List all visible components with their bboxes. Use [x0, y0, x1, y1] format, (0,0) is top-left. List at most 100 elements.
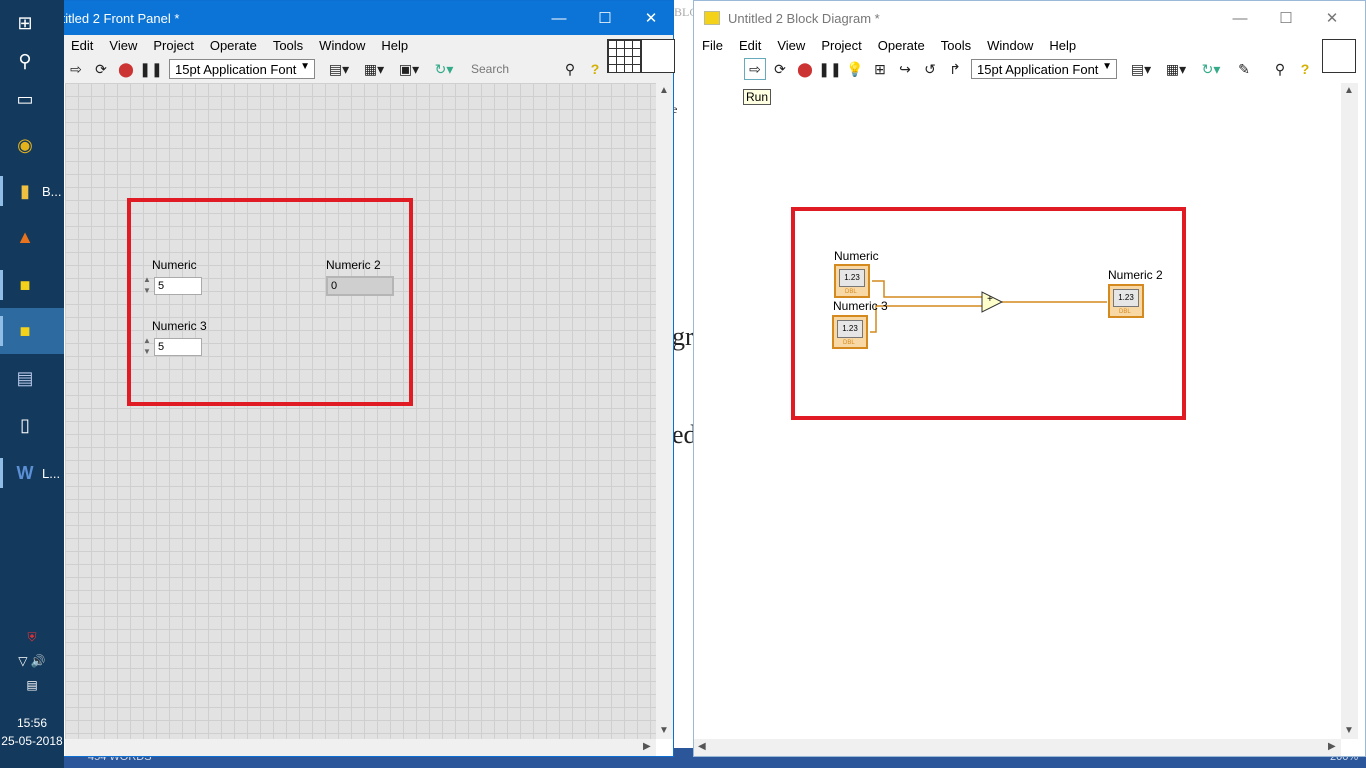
front-panel-canvas[interactable]: Numeric ▲ ▼ 5 Numeric 3 ▲ ▼ 5 Numeric 2 0 — [65, 83, 656, 739]
toolbar: ⇨ ⟳ ⬤ ❚❚ 💡 ⊞ ↪ ↺ ↱ 15pt Application Font… — [694, 55, 1365, 83]
word-icon: W — [16, 462, 34, 483]
menu-file[interactable]: File — [702, 38, 723, 53]
security-shield-icon[interactable]: ⛨ — [0, 630, 64, 654]
scroll-down-icon[interactable]: ▼ — [1344, 725, 1354, 736]
numeric3-label: Numeric 3 — [152, 319, 207, 333]
menu-project[interactable]: Project — [821, 38, 861, 53]
block-diagram-canvas[interactable]: Run + Numeric 1.23 DBL Numeric 3 1.23 DB… — [694, 83, 1341, 739]
scroll-right-icon[interactable]: ▶ — [643, 741, 651, 752]
numeric-control[interactable]: 5 — [154, 277, 202, 295]
front-panel-titlebar[interactable]: Untitled 2 Front Panel * — ☐ ✕ — [1, 1, 673, 35]
close-button[interactable]: ✕ — [1309, 1, 1355, 35]
menu-window[interactable]: Window — [987, 38, 1033, 53]
menu-operate[interactable]: Operate — [210, 38, 257, 53]
numeric3-terminal[interactable]: 1.23 DBL — [832, 315, 868, 349]
step-out-icon[interactable]: ↱ — [944, 58, 966, 80]
menu-tools[interactable]: Tools — [273, 38, 303, 53]
run-continuously-icon[interactable]: ⟳ — [769, 58, 791, 80]
scroll-down-icon[interactable]: ▼ — [659, 725, 669, 736]
align-objects-icon[interactable]: ▤▾ — [1125, 58, 1157, 80]
scroll-up-icon[interactable]: ▲ — [659, 85, 669, 96]
taskbar-explorer[interactable]: ▮ B... — [0, 168, 64, 214]
increment-decrement-icon[interactable]: ▲ ▼ — [141, 274, 153, 298]
maximize-button[interactable]: ☐ — [1263, 1, 1309, 35]
block-diagram-titlebar[interactable]: Untitled 2 Block Diagram * — ☐ ✕ — [694, 1, 1365, 35]
retain-wire-values-icon[interactable]: ⊞ — [869, 58, 891, 80]
numeric3-terminal-label: Numeric 3 — [833, 299, 888, 313]
network-volume-icon[interactable]: ▽ 🔊 — [0, 654, 64, 678]
menu-window[interactable]: Window — [319, 38, 365, 53]
taskbar-labview[interactable]: ■ — [0, 262, 64, 308]
horizontal-scrollbar[interactable]: ◀ ▶ — [694, 739, 1341, 756]
increment-decrement-icon[interactable]: ▲ ▼ — [141, 335, 153, 359]
taskbar-matlab[interactable]: ▲ — [0, 214, 64, 260]
search-icon[interactable]: ⚲ — [1269, 58, 1291, 80]
search-input[interactable]: Search — [471, 59, 559, 79]
abort-icon[interactable]: ⬤ — [794, 58, 816, 80]
numeric2-terminal[interactable]: 1.23 DBL — [1108, 284, 1144, 318]
menu-view[interactable]: View — [109, 38, 137, 53]
connector-pane-icon[interactable] — [607, 39, 641, 73]
resize-objects-icon[interactable]: ▣▾ — [393, 58, 425, 80]
terminal-dbl: DBL — [1119, 309, 1131, 315]
vertical-scrollbar[interactable]: ▲ ▼ — [656, 83, 673, 739]
distribute-objects-icon[interactable]: ▦▾ — [1160, 58, 1192, 80]
taskbar: ⊞ ⚲ ▭ ◉ ▮ B... ▲ ■ ■ ▤ ▯ W L... ⛨ ▽ 🔊 ▤ 15… — [0, 0, 64, 768]
labview-icon: ■ — [19, 274, 31, 295]
menu-help[interactable]: Help — [1049, 38, 1076, 53]
menu-edit[interactable]: Edit — [739, 38, 761, 53]
numeric3-control[interactable]: 5 — [154, 338, 202, 356]
maximize-button[interactable]: ☐ — [582, 1, 628, 35]
font-selector[interactable]: 15pt Application Font ▼ — [169, 59, 315, 79]
cleanup-diagram-icon[interactable]: ✎ — [1230, 58, 1258, 80]
run-continuously-icon[interactable]: ⟳ — [90, 58, 112, 80]
pause-icon[interactable]: ❚❚ — [139, 58, 162, 80]
run-arrow-icon[interactable]: ⇨ — [744, 58, 766, 80]
task-view-button[interactable]: ▭ — [0, 76, 64, 122]
menu-edit[interactable]: Edit — [71, 38, 93, 53]
step-over-icon[interactable]: ↺ — [919, 58, 941, 80]
vi-icon[interactable] — [641, 39, 675, 73]
taskbar-app[interactable]: ▤ — [0, 355, 64, 401]
menu-view[interactable]: View — [777, 38, 805, 53]
horizontal-scrollbar[interactable]: ▶ — [65, 739, 656, 756]
highlight-execution-icon[interactable]: 💡 — [844, 58, 866, 80]
taskbar-chrome[interactable]: ◉ — [0, 122, 64, 168]
step-into-icon[interactable]: ↪ — [894, 58, 916, 80]
menu-operate[interactable]: Operate — [878, 38, 925, 53]
font-selector[interactable]: 15pt Application Font ▼ — [971, 59, 1117, 79]
vi-icon[interactable] — [1322, 39, 1356, 73]
scroll-up-icon[interactable]: ▲ — [1344, 85, 1354, 96]
chrome-icon: ◉ — [17, 134, 33, 155]
close-button[interactable]: ✕ — [628, 1, 674, 35]
taskbar-labview-active[interactable]: ■ — [0, 308, 64, 354]
taskbar-label: L... — [42, 465, 61, 481]
run-arrow-icon[interactable]: ⇨ — [65, 58, 87, 80]
scroll-right-icon[interactable]: ▶ — [1328, 741, 1336, 752]
distribute-objects-icon[interactable]: ▦▾ — [358, 58, 390, 80]
reorder-icon[interactable]: ↻▾ — [1195, 58, 1227, 80]
minimize-button[interactable]: — — [536, 1, 582, 35]
window-title: Untitled 2 Front Panel * — [45, 10, 180, 26]
minimize-button[interactable]: — — [1217, 1, 1263, 35]
clock-date[interactable]: 25-05-2018 — [0, 734, 64, 748]
align-objects-icon[interactable]: ▤▾ — [323, 58, 355, 80]
taskbar-word[interactable]: W L... — [0, 450, 64, 496]
menu-help[interactable]: Help — [381, 38, 408, 53]
help-icon[interactable]: ? — [584, 58, 606, 80]
vertical-scrollbar[interactable]: ▲ ▼ — [1341, 83, 1358, 739]
search-icon[interactable]: ⚲ — [559, 58, 581, 80]
search-icon: ⚲ — [18, 50, 32, 71]
help-icon[interactable]: ? — [1294, 58, 1316, 80]
notification-icon[interactable]: ▤ — [0, 678, 64, 702]
abort-icon[interactable]: ⬤ — [115, 58, 137, 80]
scroll-left-icon[interactable]: ◀ — [698, 741, 706, 752]
clock-time[interactable]: 15:56 — [0, 716, 64, 730]
menu-tools[interactable]: Tools — [941, 38, 971, 53]
pause-icon[interactable]: ❚❚ — [818, 58, 841, 80]
reorder-icon[interactable]: ↻▾ — [428, 58, 460, 80]
numeric-terminal[interactable]: 1.23 DBL — [834, 264, 870, 298]
menu-project[interactable]: Project — [153, 38, 193, 53]
labview-icon: ■ — [19, 320, 31, 341]
taskbar-file[interactable]: ▯ — [0, 402, 64, 448]
